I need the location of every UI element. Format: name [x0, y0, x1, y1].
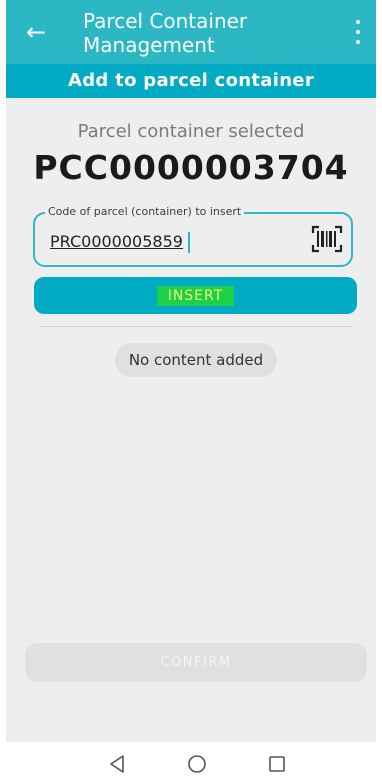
nav-home-circle-icon[interactable]	[187, 754, 207, 774]
parcel-code-label: Code of parcel (container) to insert	[45, 205, 245, 219]
app-bar: ← Parcel Container Management	[6, 0, 376, 64]
app-screen: ← Parcel Container Management Add to par…	[6, 0, 376, 783]
nav-back-triangle-icon[interactable]	[107, 754, 127, 774]
system-nav-bar	[0, 742, 382, 783]
divider	[40, 326, 352, 327]
empty-content-badge: No content added	[115, 343, 277, 377]
insert-button-label: INSERT	[156, 285, 235, 306]
confirm-button[interactable]: CONFIRM	[25, 643, 367, 682]
text-cursor	[188, 232, 190, 253]
sub-header-title: Add to parcel container	[6, 64, 376, 98]
insert-button[interactable]: INSERT	[34, 277, 357, 314]
more-vert-icon[interactable]	[354, 20, 362, 44]
barcode-scan-icon[interactable]	[311, 225, 343, 253]
selected-container-code: PCC0000003704	[33, 148, 349, 187]
app-title: Parcel Container Management	[83, 9, 248, 57]
parcel-code-field: Code of parcel (container) to insert	[33, 205, 353, 267]
back-arrow-icon[interactable]: ←	[24, 18, 48, 46]
selected-container-label: Parcel container selected	[77, 121, 305, 142]
parcel-code-input[interactable]	[50, 230, 300, 252]
nav-recents-square-icon[interactable]	[267, 754, 287, 774]
